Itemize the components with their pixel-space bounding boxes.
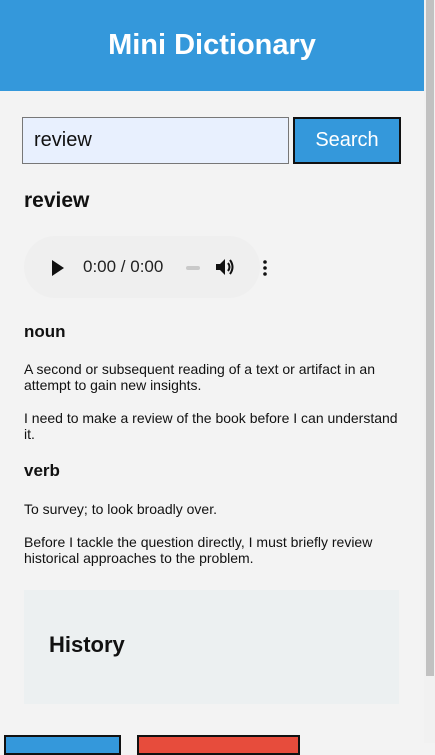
search-input[interactable] [22,117,289,164]
history-title: History [49,632,125,657]
part-of-speech: noun [24,322,66,341]
entry-word: review [24,189,90,212]
more-options-icon[interactable] [262,258,268,278]
audio-player[interactable]: 0:00 / 0:00 [24,236,267,298]
part-of-speech: verb [24,461,60,480]
audio-time: 0:00 / 0:00 [83,257,164,276]
definition-text: To survey; to look broadly over. [24,501,217,517]
clear-button[interactable] [137,735,300,755]
search-button[interactable]: Search [293,117,401,164]
volume-icon[interactable] [214,256,236,278]
scrollbar-thumb[interactable] [426,0,434,676]
action-button[interactable] [4,735,121,755]
app-header: Mini Dictionary [0,0,424,91]
example-text: I need to make a review of the book befo… [24,410,398,442]
app-title: Mini Dictionary [108,29,316,61]
definition-text: A second or subsequent reading of a text… [24,361,375,393]
audio-progress-slider[interactable] [186,266,200,270]
history-panel: History [24,590,399,704]
example-text: Before I tackle the question directly, I… [24,534,373,566]
play-icon[interactable] [52,260,64,276]
